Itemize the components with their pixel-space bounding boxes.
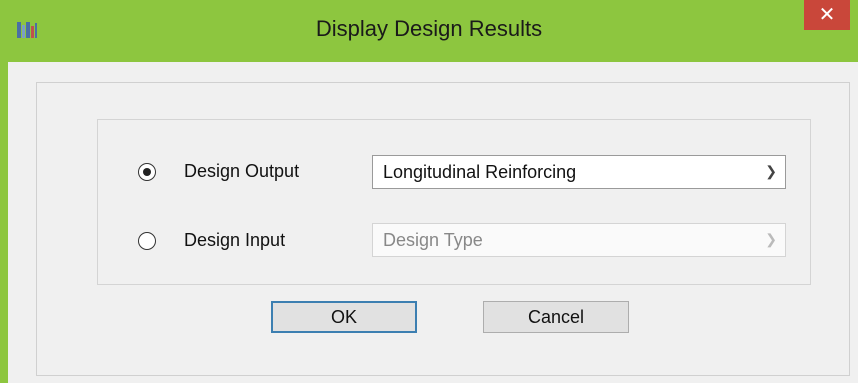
outer-panel: Design Output Longitudinal Reinforcing ❯… (36, 82, 850, 376)
design-input-label[interactable]: Design Input (184, 230, 285, 251)
dropdown-value: Design Type (383, 230, 483, 250)
chevron-down-icon: ❯ (765, 231, 777, 247)
design-output-row: Design Output Longitudinal Reinforcing ❯ (98, 152, 810, 192)
design-input-dropdown: Design Type ❯ (372, 223, 786, 257)
ok-button[interactable]: OK (271, 301, 417, 333)
close-icon: ✕ (818, 4, 836, 26)
design-input-row: Design Input Design Type ❯ (98, 220, 810, 260)
design-output-dropdown[interactable]: Longitudinal Reinforcing ❯ (372, 155, 786, 189)
dialog-body: Design Output Longitudinal Reinforcing ❯… (8, 62, 858, 383)
dialog-window: Display Design Results ✕ Design Output L… (0, 0, 858, 383)
options-group: Design Output Longitudinal Reinforcing ❯… (97, 119, 811, 285)
design-input-radio[interactable] (138, 232, 156, 250)
cancel-button[interactable]: Cancel (483, 301, 629, 333)
chevron-down-icon: ❯ (765, 163, 777, 179)
radio-selected-dot (142, 167, 151, 176)
dropdown-value: Longitudinal Reinforcing (383, 162, 577, 182)
title-bar[interactable]: Display Design Results ✕ (0, 0, 858, 62)
window-title: Display Design Results (315, 16, 543, 41)
design-output-radio[interactable] (138, 163, 156, 181)
close-button[interactable]: ✕ (804, 0, 850, 30)
design-output-label[interactable]: Design Output (184, 161, 299, 182)
